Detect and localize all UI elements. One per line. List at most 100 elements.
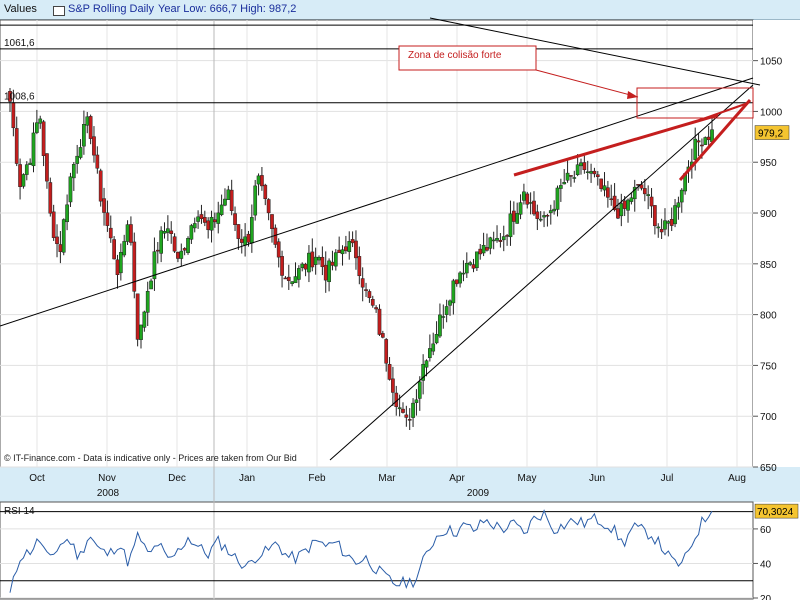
candle-body [441,316,446,318]
candle-body [196,216,200,222]
candle-body [582,162,587,171]
level-label: 1008,6 [4,92,35,103]
candle-body [108,227,113,239]
candle-body [616,208,620,219]
candle-body [511,210,516,222]
candle-body [176,252,180,259]
candle-body [280,256,284,276]
candle-body [528,202,533,204]
candle-body [464,262,469,274]
candle-body [354,240,358,259]
candle-body [286,276,291,281]
candle-body [454,279,459,285]
y-tick-label: 800 [760,311,777,322]
candle-body [438,314,442,337]
candle-body [51,211,56,238]
candle-body [192,223,197,229]
candle-body [78,147,83,158]
candle-body [491,239,496,242]
candle-body [283,277,288,280]
candle-body [229,189,234,211]
level-label: 1061,6 [4,38,35,49]
candle-body [276,241,281,258]
candle-body [159,230,163,254]
candle-body [495,238,499,241]
candle-body [364,289,368,291]
candle-body [112,239,116,260]
candle-body [330,261,335,266]
candle-body [169,230,174,234]
candle-body [414,399,419,403]
rsi-tick-label: 60 [760,525,772,536]
candle-body [538,218,543,221]
candle-body [223,198,227,206]
candle-body [21,174,26,187]
candle-body [88,116,93,139]
candle-body [458,272,462,284]
candle-body [31,132,36,167]
candle-body [706,136,711,141]
candle-body [471,264,476,269]
candle-body [679,189,684,203]
candle-body [515,213,520,224]
candle-body [323,264,328,281]
candle-body [545,214,550,217]
candle-body [629,197,634,202]
candle-body [666,221,671,224]
candle-body [478,248,483,255]
footer-note: © IT-Finance.com - Data is indicative on… [4,453,297,463]
candle-body [313,256,318,265]
candle-body [481,244,486,254]
candle-body [656,226,661,229]
candle-body [122,241,127,256]
candle-body [700,144,704,147]
candle-body [602,185,607,191]
month-label: Apr [449,473,465,484]
y-tick-label: 900 [760,209,777,220]
candle-body [300,263,305,268]
candle-body [673,205,677,225]
candle-body [115,259,120,276]
candle-body [55,236,59,245]
candle-body [619,203,624,217]
y-tick-label: 950 [760,158,777,169]
candle-body [431,343,436,352]
candle-body [11,102,16,129]
candle-body [397,407,402,410]
candle-body [592,170,597,175]
candle-body [186,238,190,254]
month-label: Nov [98,473,116,484]
candle-body [246,233,251,243]
candle-body [58,244,63,252]
candle-body [249,217,254,244]
candle-body [428,348,432,359]
y-tick-label: 1000 [760,107,783,118]
rsi-tick-label: 40 [760,559,772,570]
candle-body [102,198,106,213]
year-label: 2008 [97,488,120,499]
candle-body [317,256,321,261]
candle-body [344,246,348,252]
candle-body [488,237,493,249]
candle-body [85,116,90,126]
candle-body [360,278,365,288]
chart-canvas: 650 700 750 800 850 900 950 1000 1050 Oct Nov Dec Ja… [0,17,800,600]
y-tick-label: 700 [760,412,777,423]
candle-body [417,381,422,399]
candle-body [606,187,610,198]
candle-body [320,256,325,268]
candle-body [239,238,244,243]
chart-window: Values S&P Rolling Daily Year Low: 666,7… [0,0,800,600]
candle-body [68,176,73,203]
candle-body [401,408,405,413]
candle-body [14,128,19,164]
candle-body [333,252,338,267]
candle-body [498,239,503,242]
candle-body [75,155,80,164]
candle-body [129,224,133,243]
candle-body [555,187,560,210]
candle-body [508,213,513,238]
candle-body [622,200,627,209]
candle-body [253,185,258,216]
candle-body [139,324,143,340]
